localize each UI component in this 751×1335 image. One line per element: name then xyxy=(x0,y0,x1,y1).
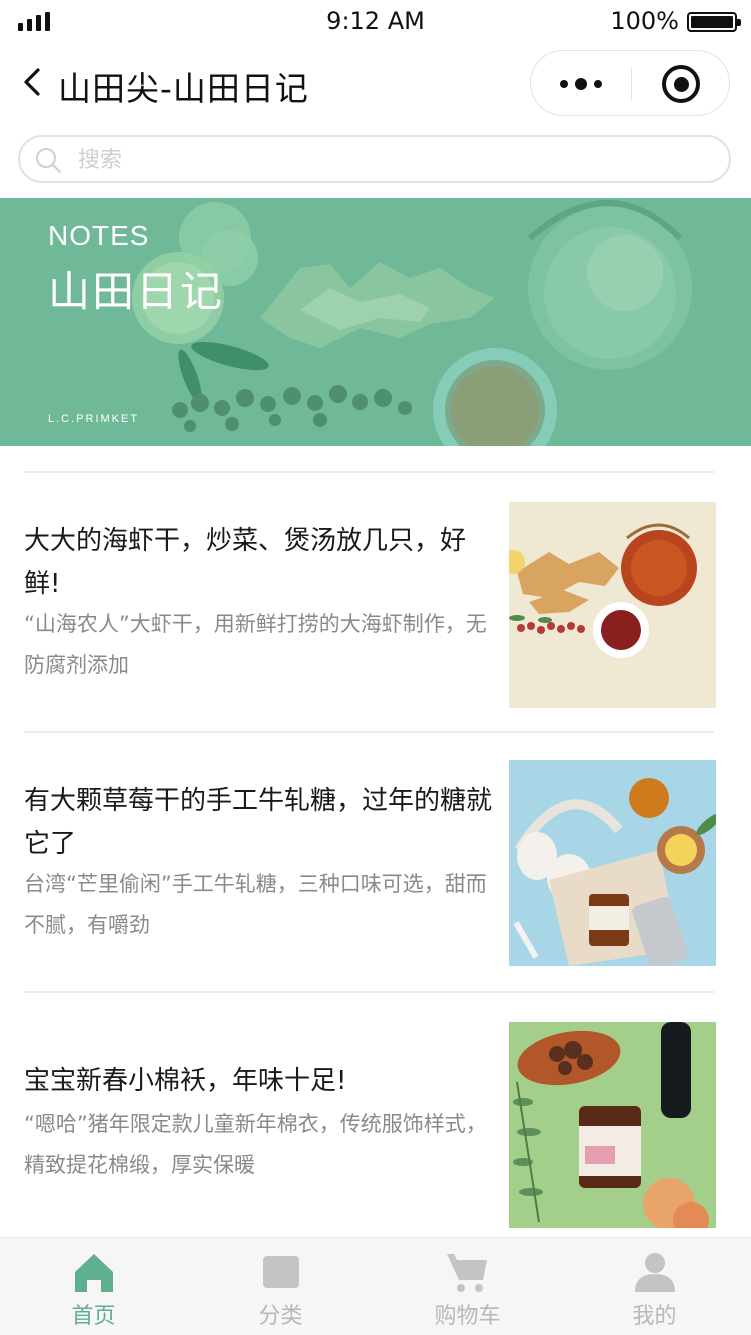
tab-label: 分类 xyxy=(258,1304,303,1329)
close-mini-program-button[interactable] xyxy=(632,51,730,117)
more-dots-icon xyxy=(560,80,568,88)
user-icon xyxy=(634,1253,675,1292)
list-item[interactable]: 有大颗草莓干的手工牛轧糖，过年的糖就它了 台湾“芒里偷闲”手工牛轧糖，三种口味可… xyxy=(0,756,751,966)
article-thumbnail xyxy=(509,760,716,966)
list-item[interactable]: 宝宝新春小棉袄，年味十足! “嗯哈”猪年限定款儿童新年棉衣，传统服饰样式，精致提… xyxy=(0,1018,751,1228)
search-bar xyxy=(18,135,731,183)
article-title: 宝宝新春小棉袄，年味十足! xyxy=(24,1066,347,1096)
tab-cart[interactable]: 购物车 xyxy=(374,1238,561,1335)
divider xyxy=(24,991,714,993)
banner-title: 山田日记 xyxy=(48,267,225,316)
banner-brand: L.C.PRIMKET xyxy=(48,413,140,425)
search-input[interactable] xyxy=(78,141,698,179)
battery-icon xyxy=(687,12,741,32)
divider xyxy=(24,731,714,733)
article-thumbnail xyxy=(509,1022,716,1228)
article-desc: “嗯哈”猪年限定款儿童新年棉衣，传统服饰样式，精致提花棉缎，厚实保暖 xyxy=(24,1112,487,1177)
tab-label: 购物车 xyxy=(434,1304,501,1329)
more-button[interactable] xyxy=(531,51,631,117)
cart-icon xyxy=(446,1254,487,1292)
status-bar: 9:12 AM 100% xyxy=(0,0,751,44)
tab-category[interactable]: 分类 xyxy=(187,1238,374,1335)
tab-home[interactable]: 首页 xyxy=(0,1238,187,1335)
page-title: 山田尖-山田日记 xyxy=(58,69,309,108)
notes-banner[interactable]: NOTES 山田日记 L.C.PRIMKET xyxy=(0,198,751,446)
article-thumbnail xyxy=(509,502,716,708)
chevron-left-icon xyxy=(24,68,40,96)
back-button[interactable] xyxy=(14,62,54,102)
target-icon xyxy=(662,65,700,103)
tab-profile[interactable]: 我的 xyxy=(561,1238,748,1335)
article-desc: 台湾“芒里偷闲”手工牛轧糖，三种口味可选，甜而不腻，有嚼劲 xyxy=(24,872,487,937)
divider xyxy=(24,471,714,473)
category-icon xyxy=(258,1256,299,1288)
tab-label: 首页 xyxy=(71,1304,116,1329)
article-title: 大大的海虾干，炒菜、煲汤放几只，好鲜! xyxy=(24,526,467,599)
article-desc: “山海农人”大虾干，用新鲜打捞的大海虾制作，无防腐剂添加 xyxy=(24,612,487,677)
banner-kicker: NOTES xyxy=(48,220,150,251)
nav-bar: 山田尖-山田日记 xyxy=(0,44,751,124)
mini-program-capsule xyxy=(530,50,730,116)
tab-label: 我的 xyxy=(632,1304,677,1329)
battery-percent: 100% xyxy=(610,7,679,35)
article-title: 有大颗草莓干的手工牛轧糖，过年的糖就它了 xyxy=(24,786,493,859)
home-icon xyxy=(74,1254,113,1292)
list-item[interactable]: 大大的海虾干，炒菜、煲汤放几只，好鲜! “山海农人”大虾干，用新鲜打捞的大海虾制… xyxy=(0,498,751,708)
search-icon xyxy=(36,148,61,173)
tab-bar: 首页 分类 购物车 我的 xyxy=(0,1237,751,1335)
